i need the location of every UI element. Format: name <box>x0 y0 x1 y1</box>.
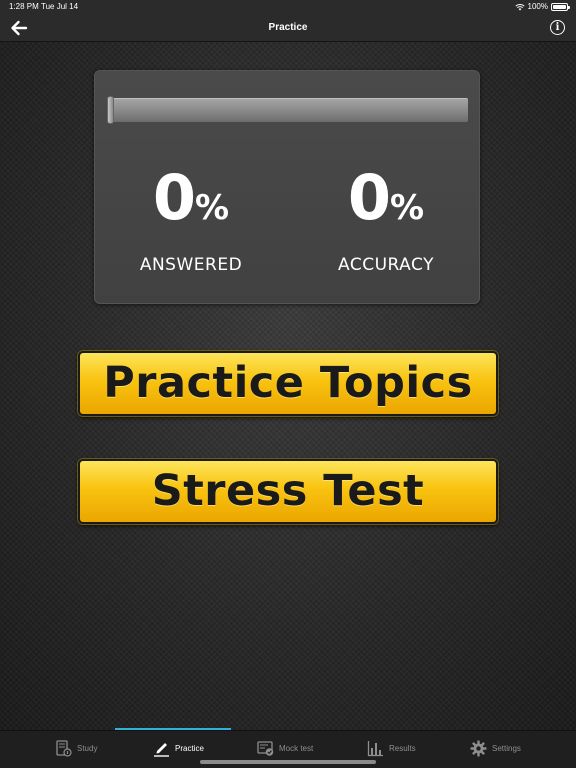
status-time: 1:28 PM <box>9 2 39 11</box>
page-title: Practice <box>268 22 308 33</box>
answered-unit: % <box>195 188 230 228</box>
bar-chart-icon <box>367 740 383 756</box>
tab-results[interactable]: Results <box>367 737 416 759</box>
progress-bar <box>107 96 468 124</box>
status-bar: 1:28 PM Tue Jul 14 100% <box>0 0 576 14</box>
status-date: Tue Jul 14 <box>41 2 79 11</box>
battery-icon <box>551 2 570 11</box>
tab-label-mock-test: Mock test <box>279 743 314 753</box>
accuracy-value: 0 <box>347 161 391 234</box>
pencil-icon <box>154 742 169 757</box>
stress-test-button[interactable]: Stress Test <box>78 459 498 524</box>
accuracy-unit: % <box>390 188 425 228</box>
stats-panel: 0% ANSWERED 0% ACCURACY <box>94 70 480 304</box>
tab-label-study: Study <box>77 743 98 753</box>
home-indicator[interactable] <box>200 760 376 764</box>
tab-settings[interactable]: Settings <box>470 737 521 759</box>
answered-value: 0 <box>152 161 196 234</box>
tab-study[interactable]: Study <box>55 737 97 759</box>
info-icon[interactable]: i <box>550 20 565 35</box>
mock-test-icon <box>257 740 274 756</box>
tab-practice[interactable]: Practice <box>153 737 204 759</box>
accuracy-label: ACCURACY <box>338 255 434 275</box>
practice-topics-button[interactable]: Practice Topics <box>78 351 498 416</box>
study-icon <box>56 739 72 757</box>
tab-label-settings: Settings <box>492 743 521 753</box>
tab-label-results: Results <box>389 743 416 753</box>
wifi-icon <box>514 3 525 10</box>
answered-stat: 0% ANSWERED <box>111 165 271 276</box>
progress-thumb <box>107 96 114 124</box>
tab-label-practice: Practice <box>175 743 204 753</box>
gear-icon <box>470 740 487 756</box>
accuracy-stat: 0% ACCURACY <box>306 165 466 276</box>
tab-mock-test[interactable]: Mock test <box>257 737 313 759</box>
battery-percent: 100% <box>527 2 548 11</box>
status-right: 100% <box>514 2 570 11</box>
nav-bar: Practice i <box>0 14 576 42</box>
answered-label: ANSWERED <box>139 255 243 275</box>
